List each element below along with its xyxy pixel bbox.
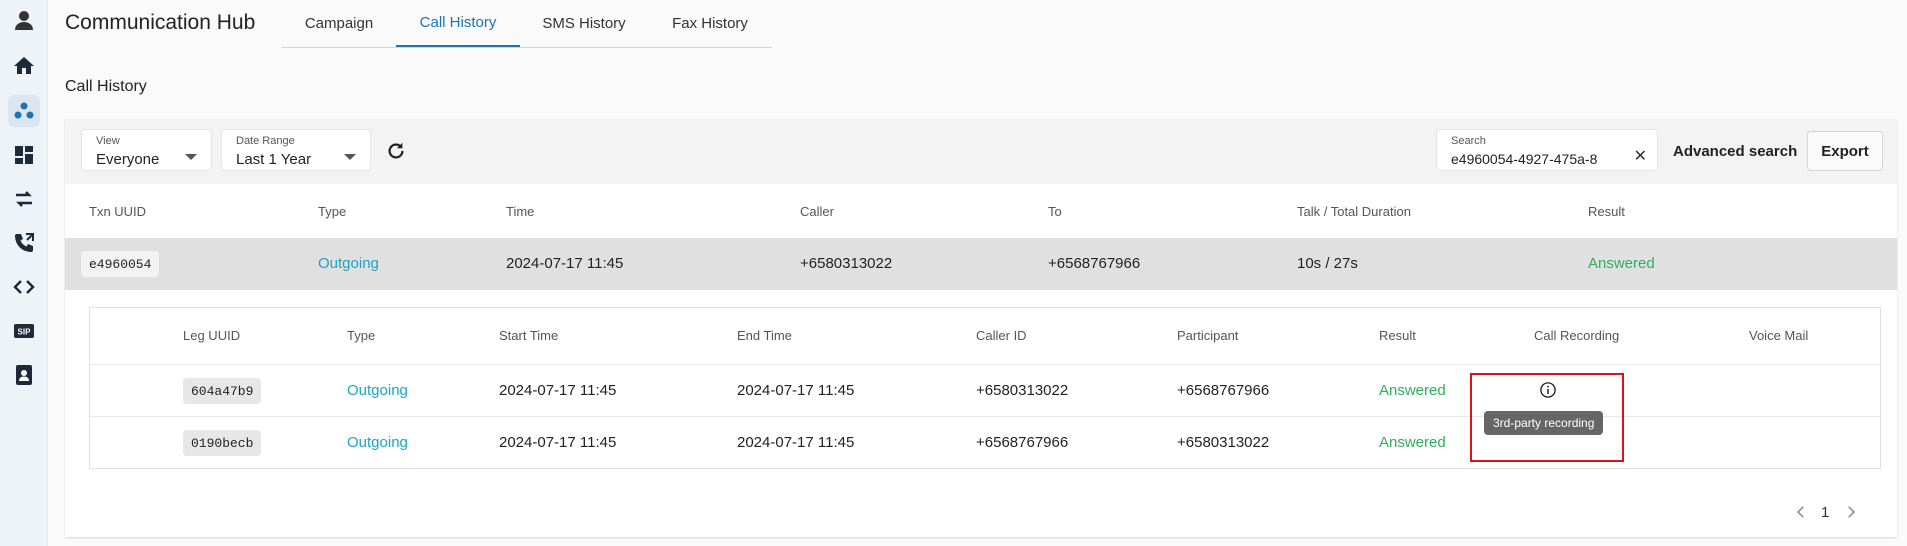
- view-select-label: View: [96, 135, 120, 147]
- svg-text:SIP: SIP: [18, 328, 32, 337]
- swap-arrows-icon[interactable]: [8, 183, 40, 215]
- column-header-start-time: Start Time: [499, 328, 559, 343]
- column-header-time: Time: [506, 204, 535, 219]
- pagination-current-page: 1: [1821, 504, 1830, 521]
- leg-start-time-cell: 2024-07-17 11:45: [499, 382, 617, 399]
- column-header-participant: Participant: [1177, 328, 1239, 343]
- page-title: Call History: [65, 78, 147, 95]
- pagination-prev-icon[interactable]: [1792, 503, 1810, 525]
- date-range-label: Date Range: [236, 135, 295, 147]
- leg-end-time-cell: 2024-07-17 11:45: [737, 382, 855, 399]
- export-button[interactable]: Export: [1807, 131, 1883, 171]
- caller-cell: +6580313022: [800, 255, 893, 272]
- column-header-voice-mail: Voice Mail: [1749, 328, 1809, 343]
- user-avatar-icon[interactable]: [8, 4, 40, 36]
- code-icon[interactable]: [8, 271, 40, 303]
- view-select-value: Everyone: [96, 151, 160, 168]
- leg-participant-cell: +6580313022: [1177, 434, 1270, 451]
- leg-caller-id-cell: +6568767966: [976, 434, 1069, 451]
- advanced-search-button[interactable]: Advanced search: [1665, 133, 1805, 169]
- leg-result-cell: Answered: [1379, 382, 1446, 399]
- type-cell: Outgoing: [318, 255, 379, 272]
- column-header-txn-uuid: Txn UUID: [89, 204, 147, 219]
- people-icon[interactable]: [8, 95, 40, 127]
- leg-end-time-cell: 2024-07-17 11:45: [737, 434, 855, 451]
- sip-icon[interactable]: SIP: [8, 315, 40, 347]
- column-header-caller: Caller: [800, 204, 834, 219]
- sidebar: SIP: [0, 0, 48, 546]
- search-label: Search: [1451, 135, 1486, 147]
- leg-type-cell: Outgoing: [347, 382, 408, 399]
- chevron-down-icon: [185, 154, 197, 160]
- refresh-icon[interactable]: [384, 139, 408, 163]
- table-row[interactable]: e4960054 Outgoing 2024-07-17 11:45 +6580…: [65, 238, 1897, 290]
- column-header-result: Result: [1588, 204, 1625, 219]
- tab-bar: Campaign Call History SMS History Fax Hi…: [282, 0, 772, 48]
- leg-caller-id-cell: +6580313022: [976, 382, 1069, 399]
- to-cell: +6568767966: [1048, 255, 1141, 272]
- column-header-leg-result: Result: [1379, 328, 1416, 343]
- search-input[interactable]: e4960054-4927-475a-8: [1451, 151, 1613, 167]
- date-range-select[interactable]: Date Range Last 1 Year: [221, 129, 371, 171]
- filter-toolbar: View Everyone Date Range Last 1 Year Sea…: [65, 119, 1897, 184]
- duration-cell: 10s / 27s: [1297, 255, 1358, 272]
- recording-tooltip: 3rd-party recording: [1484, 411, 1604, 435]
- app-title: Communication Hub: [65, 11, 256, 34]
- tab-campaign[interactable]: Campaign: [282, 0, 396, 47]
- leg-uuid-chip: 604a47b9: [183, 378, 262, 404]
- time-cell: 2024-07-17 11:45: [506, 255, 624, 272]
- call-history-panel: View Everyone Date Range Last 1 Year Sea…: [65, 119, 1897, 537]
- home-icon[interactable]: [8, 50, 40, 82]
- date-range-value: Last 1 Year: [236, 151, 312, 168]
- view-select[interactable]: View Everyone: [81, 129, 212, 171]
- column-header-leg-uuid: Leg UUID: [183, 328, 241, 343]
- phone-forward-icon[interactable]: [8, 227, 40, 259]
- pagination-next-icon[interactable]: [1842, 503, 1860, 525]
- column-header-to: To: [1048, 204, 1062, 219]
- column-header-caller-id: Caller ID: [976, 328, 1027, 343]
- column-header-end-time: End Time: [737, 328, 792, 343]
- info-icon[interactable]: [1539, 381, 1557, 399]
- txn-uuid-chip: e4960054: [81, 251, 160, 277]
- column-header-leg-type: Type: [347, 328, 376, 343]
- leg-start-time-cell: 2024-07-17 11:45: [499, 434, 617, 451]
- tab-sms-history[interactable]: SMS History: [520, 0, 648, 47]
- column-header-type: Type: [318, 204, 347, 219]
- result-cell: Answered: [1588, 255, 1655, 272]
- tab-call-history[interactable]: Call History: [396, 0, 520, 47]
- contact-book-icon[interactable]: [8, 359, 40, 391]
- search-field[interactable]: Search e4960054-4927-475a-8 ✕: [1436, 129, 1658, 171]
- leg-uuid-chip: 0190becb: [183, 430, 262, 456]
- leg-result-cell: Answered: [1379, 434, 1446, 451]
- column-header-duration: Talk / Total Duration: [1297, 204, 1411, 219]
- tab-fax-history[interactable]: Fax History: [648, 0, 772, 47]
- leg-participant-cell: +6568767966: [1177, 382, 1270, 399]
- dashboard-icon[interactable]: [8, 139, 40, 171]
- close-icon[interactable]: ✕: [1634, 149, 1647, 165]
- column-header-call-recording: Call Recording: [1534, 328, 1620, 343]
- chevron-down-icon: [344, 154, 356, 160]
- leg-type-cell: Outgoing: [347, 434, 408, 451]
